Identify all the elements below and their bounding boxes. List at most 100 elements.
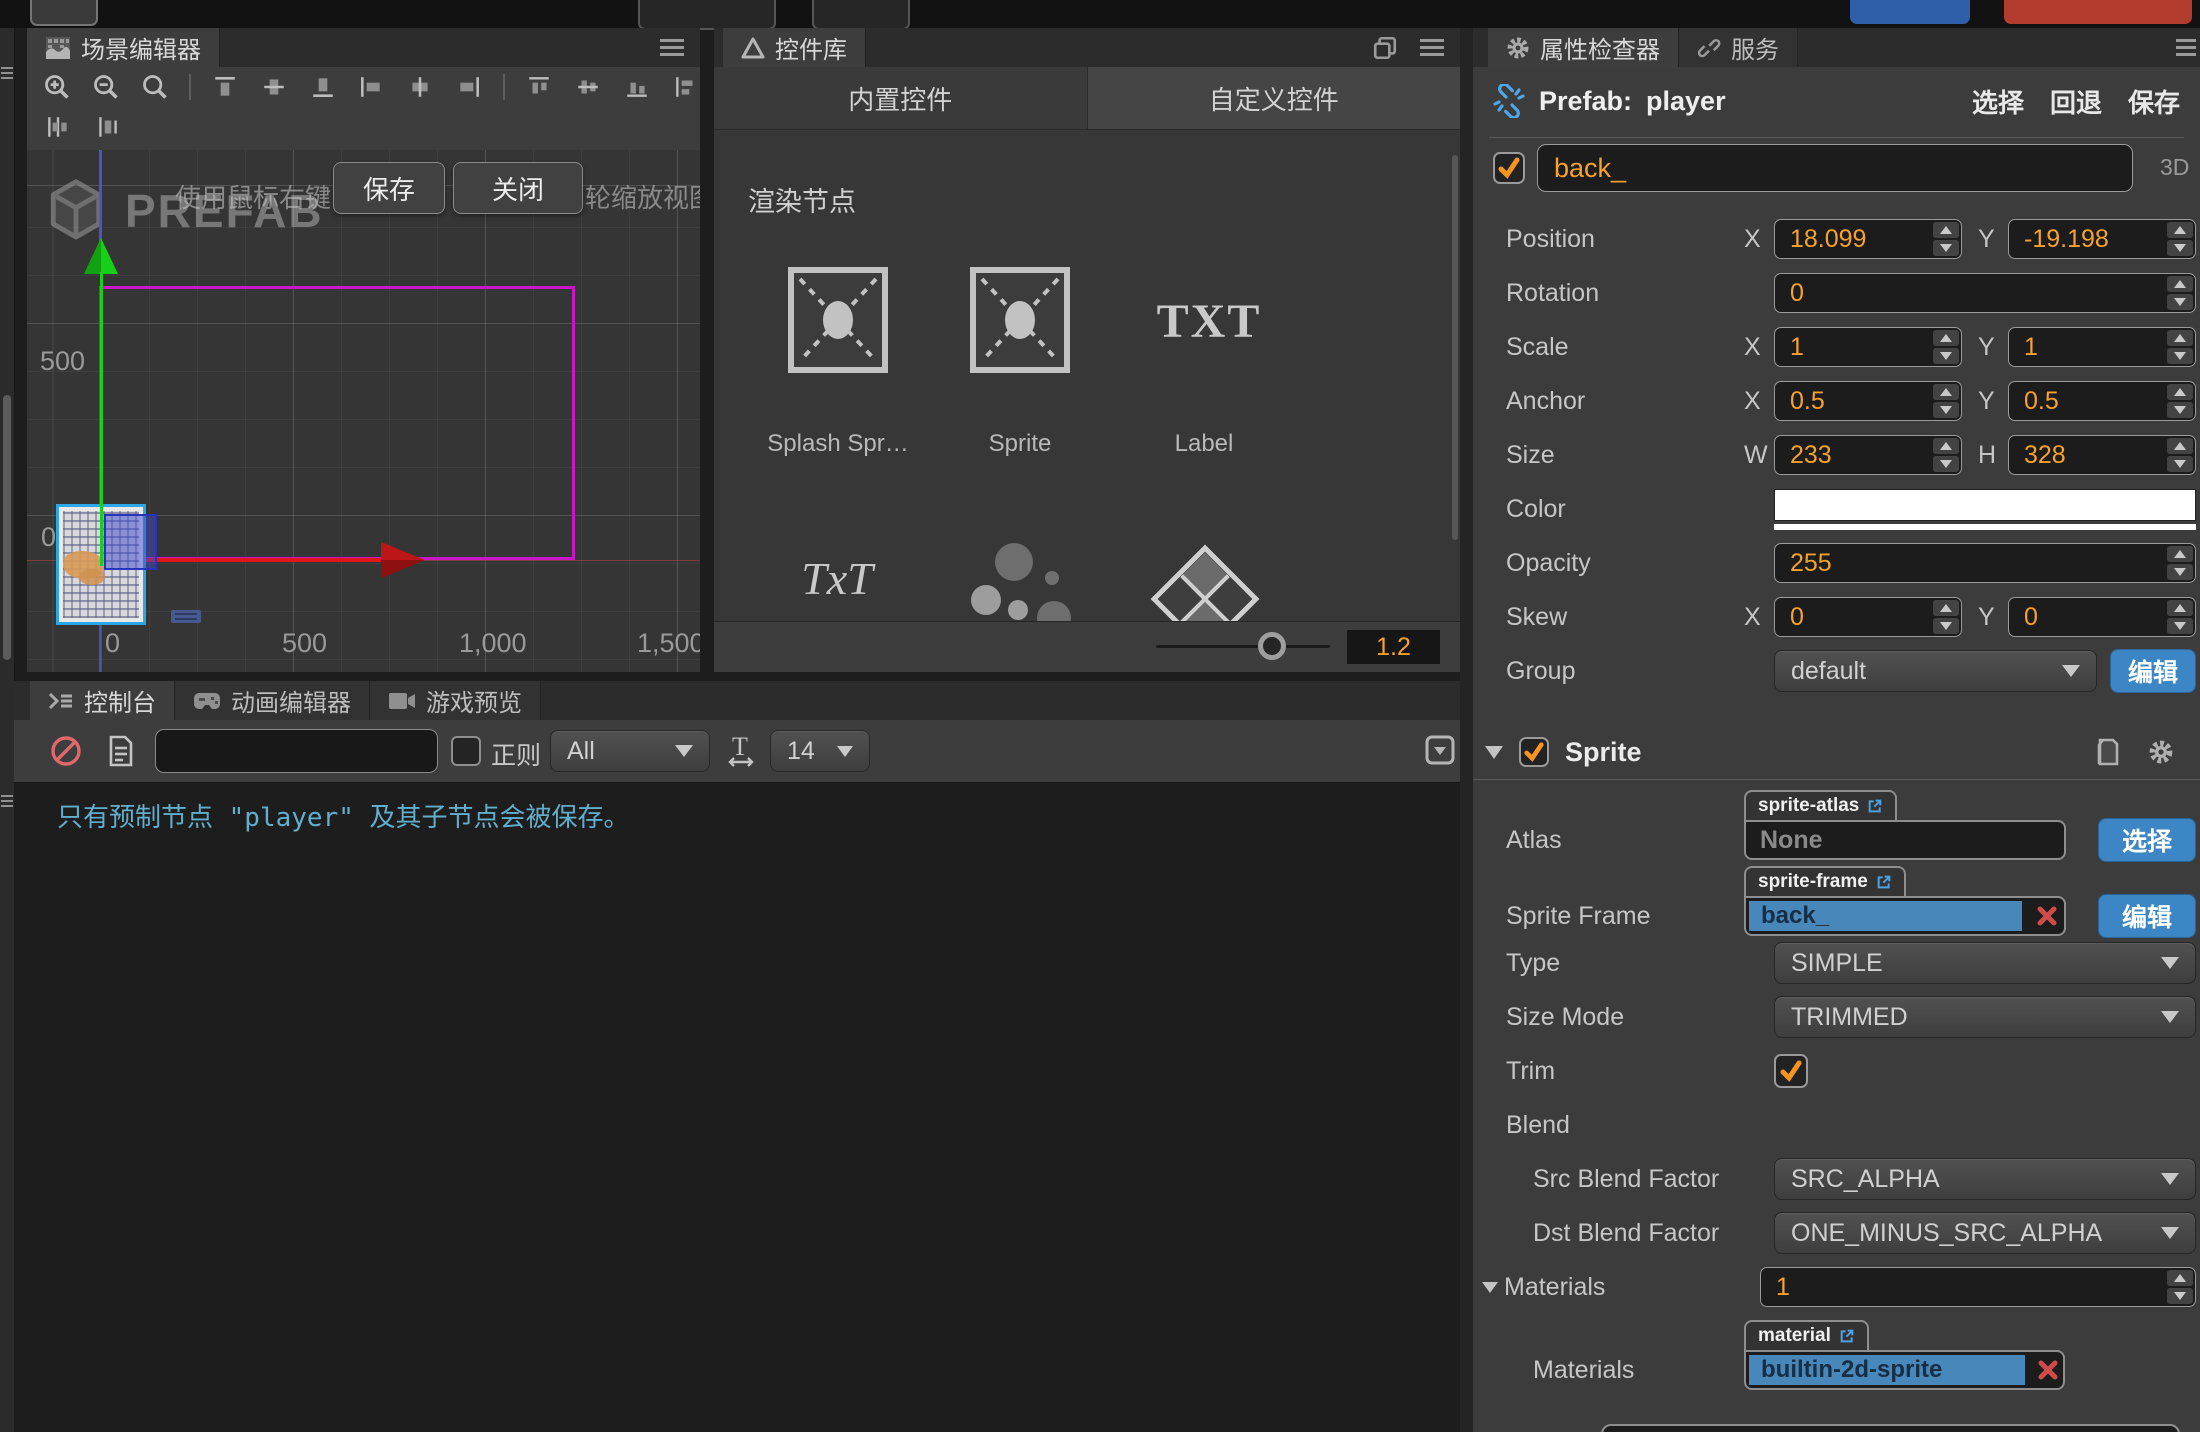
- distribute-bottom-icon[interactable]: [623, 72, 652, 102]
- clear-console-icon[interactable]: [50, 735, 82, 767]
- scene-viewport[interactable]: PREFAB 使用鼠标右键 轮缩放视图 保存 关闭 500 0 0 500 1,…: [27, 150, 700, 672]
- collapse-logs-icon[interactable]: [1425, 735, 1455, 765]
- rotation-field[interactable]: 0: [1774, 273, 2196, 313]
- spinner[interactable]: [2167, 384, 2193, 418]
- save-prefab-button[interactable]: 保存: [333, 162, 445, 214]
- topbar-blue-button-stub[interactable]: [1850, 0, 1970, 24]
- console-filter-input[interactable]: [155, 729, 438, 773]
- sprite-item-icon[interactable]: [970, 267, 1070, 373]
- dst-blend-dropdown[interactable]: ONE_MINUS_SRC_ALPHA: [1774, 1212, 2196, 1254]
- spinner[interactable]: [2167, 330, 2193, 364]
- external-link-icon[interactable]: [1839, 1328, 1855, 1344]
- skew-y-field[interactable]: 0: [2008, 597, 2196, 637]
- tab-widget-library[interactable]: 控件库: [723, 28, 866, 67]
- spinner[interactable]: [1933, 222, 1959, 256]
- topbar-tab-stub[interactable]: [638, 0, 776, 30]
- spinner[interactable]: [2167, 600, 2193, 634]
- tab-game-preview[interactable]: 游戏预览: [370, 681, 541, 720]
- prefab-select-button[interactable]: 选择: [1972, 83, 2024, 120]
- dock-menu-icon-2[interactable]: [1, 792, 13, 810]
- atlas-asset-box[interactable]: sprite-atlas None: [1744, 790, 2066, 860]
- distribute-left-icon[interactable]: [671, 72, 700, 102]
- distribute-top-icon[interactable]: [525, 72, 554, 102]
- distribute-h-spacing-icon[interactable]: [43, 112, 73, 142]
- log-level-dropdown[interactable]: All: [550, 730, 710, 772]
- materials-collapse-arrow-icon[interactable]: [1482, 1281, 1498, 1293]
- group-dropdown[interactable]: default: [1774, 650, 2097, 692]
- spinner[interactable]: [1933, 330, 1959, 364]
- richtext-item-icon[interactable]: TxT: [762, 552, 912, 605]
- clear-material-icon[interactable]: [2031, 1352, 2065, 1388]
- align-bottom-icon[interactable]: [308, 72, 337, 102]
- align-right-icon[interactable]: [455, 72, 484, 102]
- library-item-label[interactable]: Splash Spr…: [748, 430, 928, 458]
- component-gear-icon[interactable]: [2148, 739, 2174, 765]
- prefab-revert-button[interactable]: 回退: [2050, 83, 2102, 120]
- library-item-label[interactable]: Sprite: [930, 430, 1110, 458]
- tab-scene-editor[interactable]: 场景编辑器: [27, 28, 220, 67]
- size-mode-dropdown[interactable]: TRIMMED: [1774, 996, 2196, 1038]
- sprite-frame-asset-box[interactable]: sprite-frame back_: [1744, 866, 2066, 936]
- y-gizmo-arrow[interactable]: [82, 236, 120, 276]
- tab-property-inspector[interactable]: 属性检查器: [1488, 28, 1679, 67]
- tab-services[interactable]: 服务: [1679, 28, 1798, 67]
- skew-x-field[interactable]: 0: [1774, 597, 1962, 637]
- zoom-slider-handle[interactable]: [1258, 632, 1286, 660]
- node-name-input[interactable]: [1537, 144, 2133, 192]
- font-size-dropdown[interactable]: 14: [770, 730, 870, 772]
- subtab-custom-widgets[interactable]: 自定义控件: [1086, 67, 1460, 129]
- font-size-icon[interactable]: T: [726, 733, 756, 767]
- tab-console[interactable]: 控制台: [30, 681, 175, 720]
- mode-3d-label[interactable]: 3D: [2160, 154, 2189, 181]
- distribute-v-spacing-icon[interactable]: [93, 112, 123, 142]
- position-y-field[interactable]: -19.198: [2008, 219, 2196, 259]
- type-dropdown[interactable]: SIMPLE: [1774, 942, 2196, 984]
- scene-panel-menu-icon[interactable]: [660, 35, 684, 60]
- align-middle-icon[interactable]: [260, 72, 289, 102]
- subtab-builtin-widgets[interactable]: 内置控件: [714, 67, 1087, 129]
- atlas-select-button[interactable]: 选择: [2098, 818, 2196, 862]
- material-asset-box[interactable]: material builtin-2d-sprite: [1744, 1320, 2065, 1390]
- sprite-enabled-checkbox[interactable]: [1519, 737, 1549, 767]
- src-blend-dropdown[interactable]: SRC_ALPHA: [1774, 1158, 2196, 1200]
- library-scrollbar[interactable]: [1452, 155, 1458, 540]
- spinner[interactable]: [2167, 276, 2193, 310]
- anchor-x-field[interactable]: 0.5: [1774, 381, 1962, 421]
- trim-checkbox[interactable]: [1774, 1054, 1808, 1088]
- zoom-in-icon[interactable]: [43, 72, 72, 102]
- tab-animation-editor[interactable]: 动画编辑器: [175, 681, 370, 720]
- library-panel-menu-icon[interactable]: [1420, 35, 1444, 60]
- inspector-panel-menu-icon[interactable]: [2176, 35, 2196, 60]
- spinner[interactable]: [1933, 384, 1959, 418]
- opacity-field[interactable]: 255: [1774, 543, 2196, 583]
- materials-count-field[interactable]: 1: [1760, 1267, 2196, 1307]
- library-item-label[interactable]: Label: [1114, 430, 1294, 458]
- dock-scrollbar[interactable]: [3, 395, 11, 660]
- console-log-area[interactable]: 只有预制节点 "player" 及其子节点会被保存。: [14, 782, 1460, 1432]
- topbar-red-button-stub[interactable]: [2004, 0, 2192, 24]
- regex-checkbox[interactable]: [451, 736, 481, 766]
- scale-y-field[interactable]: 1: [2008, 327, 2196, 367]
- log-file-icon[interactable]: [108, 735, 134, 767]
- spinner[interactable]: [2167, 438, 2193, 472]
- label-item-icon[interactable]: TXT: [1129, 294, 1289, 349]
- close-prefab-button[interactable]: 关闭: [453, 162, 583, 214]
- color-swatch[interactable]: [1774, 488, 2196, 521]
- scale-x-field[interactable]: 1: [1774, 327, 1962, 367]
- align-center-icon[interactable]: [406, 72, 435, 102]
- spinner[interactable]: [1933, 600, 1959, 634]
- dock-menu-icon[interactable]: [1, 64, 13, 82]
- search-icon[interactable]: [140, 72, 169, 102]
- collapse-arrow-icon[interactable]: [1485, 745, 1503, 759]
- position-x-field[interactable]: 18.099: [1774, 219, 1962, 259]
- topbar-tab-stub-2[interactable]: [812, 0, 910, 30]
- size-w-field[interactable]: 233: [1774, 435, 1962, 475]
- zoom-out-icon[interactable]: [92, 72, 121, 102]
- prefab-save-button[interactable]: 保存: [2128, 83, 2180, 120]
- spinner[interactable]: [2167, 222, 2193, 256]
- spinner[interactable]: [2167, 546, 2193, 580]
- x-gizmo-arrow[interactable]: [379, 540, 427, 580]
- external-link-icon[interactable]: [1876, 874, 1892, 890]
- size-h-field[interactable]: 328: [2008, 435, 2196, 475]
- sprite-frame-edit-button[interactable]: 编辑: [2098, 894, 2196, 938]
